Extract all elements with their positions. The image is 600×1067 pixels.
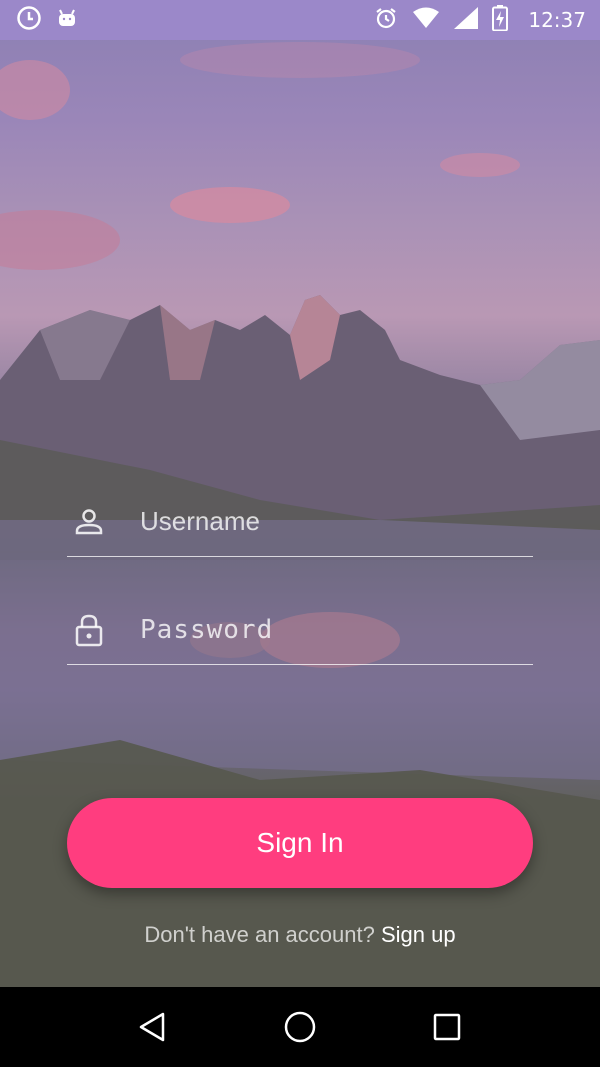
username-input[interactable] [140, 501, 520, 542]
username-field[interactable] [67, 487, 533, 557]
back-icon[interactable] [123, 997, 183, 1057]
home-icon[interactable] [270, 997, 330, 1057]
signup-prompt-text: Don't have an account? [144, 922, 375, 947]
battery-charging-icon [492, 4, 509, 36]
lock-icon [69, 610, 109, 650]
status-time: 12:37 [528, 8, 586, 32]
recents-icon[interactable] [417, 997, 477, 1057]
navigation-bar [0, 987, 600, 1067]
android-icon [56, 7, 78, 34]
status-bar: 12:37 [0, 0, 600, 40]
password-input[interactable] [140, 609, 520, 650]
alarm-icon [374, 6, 398, 35]
status-right: 12:37 [374, 4, 586, 36]
sign-up-link[interactable]: Sign up [381, 922, 456, 947]
password-field[interactable] [67, 595, 533, 665]
status-left [16, 5, 78, 36]
person-icon [69, 502, 109, 542]
signal-icon [454, 6, 479, 34]
wifi-icon [412, 7, 440, 34]
sign-in-button[interactable]: Sign In [67, 798, 533, 888]
signup-prompt-row: Don't have an account? Sign up [0, 922, 600, 948]
clock-icon [16, 5, 42, 36]
